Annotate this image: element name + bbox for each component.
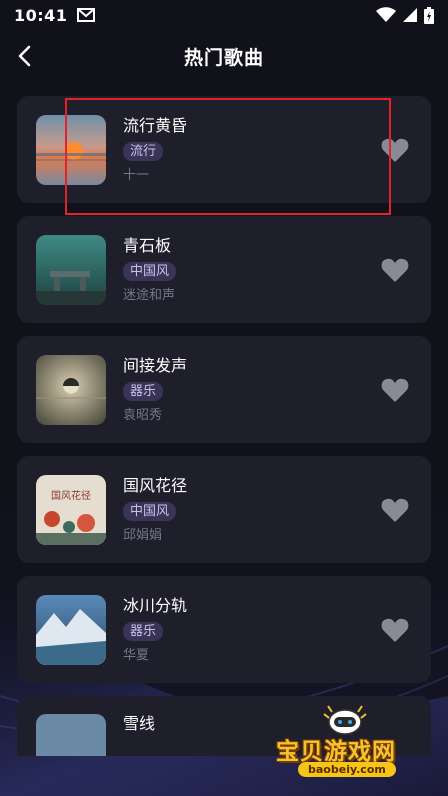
album-cover	[36, 714, 106, 756]
heart-icon[interactable]	[381, 497, 409, 523]
album-cover	[36, 594, 106, 665]
screen: 10:41 热门歌曲 流行黄昏 流行 十一 青石板 中国风 迷途和声 间接发声 …	[0, 0, 448, 796]
album-cover: 国风花径	[36, 474, 106, 545]
song-card[interactable]: 流行黄昏 流行 十一	[17, 96, 431, 203]
song-card[interactable]: 间接发声 器乐 袁昭秀	[17, 336, 431, 443]
heart-icon[interactable]	[381, 617, 409, 643]
status-bar: 10:41	[0, 0, 448, 30]
artist-name: 迷途和声	[123, 287, 176, 303]
heart-icon[interactable]	[381, 377, 409, 403]
song-title: 雪线	[123, 714, 156, 733]
song-list: 流行黄昏 流行 十一 青石板 中国风 迷途和声 间接发声 器乐 袁昭秀 国风花径…	[17, 96, 431, 769]
heart-icon[interactable]	[381, 257, 409, 283]
song-card[interactable]: 国风花径 国风花径 中国风 邱娟娟	[17, 456, 431, 563]
battery-icon	[424, 6, 434, 24]
album-cover	[36, 354, 106, 425]
heart-icon[interactable]	[381, 137, 409, 163]
song-title: 青石板	[123, 235, 172, 255]
status-icons	[376, 6, 434, 24]
song-card[interactable]: 雪线	[17, 696, 431, 756]
song-card[interactable]: 青石板 中国风 迷途和声	[17, 216, 431, 323]
signal-icon	[403, 8, 417, 22]
mail-icon	[77, 8, 96, 22]
back-button[interactable]	[8, 40, 40, 72]
artist-name: 十一	[123, 167, 150, 183]
chevron-left-icon	[18, 45, 31, 67]
cover-calligraphy: 国风花径	[51, 489, 91, 502]
song-title: 间接发声	[123, 355, 188, 375]
genre-tag: 器乐	[123, 381, 164, 401]
genre-tag: 中国风	[123, 501, 177, 521]
header: 热门歌曲	[0, 36, 448, 76]
wifi-icon	[376, 7, 396, 22]
song-title: 冰川分轨	[123, 595, 188, 615]
album-cover	[36, 234, 106, 305]
genre-tag: 器乐	[123, 621, 164, 641]
genre-tag: 流行	[123, 141, 164, 161]
song-card[interactable]: 冰川分轨 器乐 华夏	[17, 576, 431, 683]
album-cover	[36, 114, 106, 185]
artist-name: 华夏	[123, 647, 150, 663]
artist-name: 袁昭秀	[123, 407, 163, 423]
status-time: 10:41	[14, 5, 68, 25]
song-title: 流行黄昏	[123, 115, 188, 135]
song-title: 国风花径	[123, 475, 188, 495]
artist-name: 邱娟娟	[123, 527, 163, 543]
page-title: 热门歌曲	[183, 46, 264, 69]
genre-tag: 中国风	[123, 261, 177, 281]
